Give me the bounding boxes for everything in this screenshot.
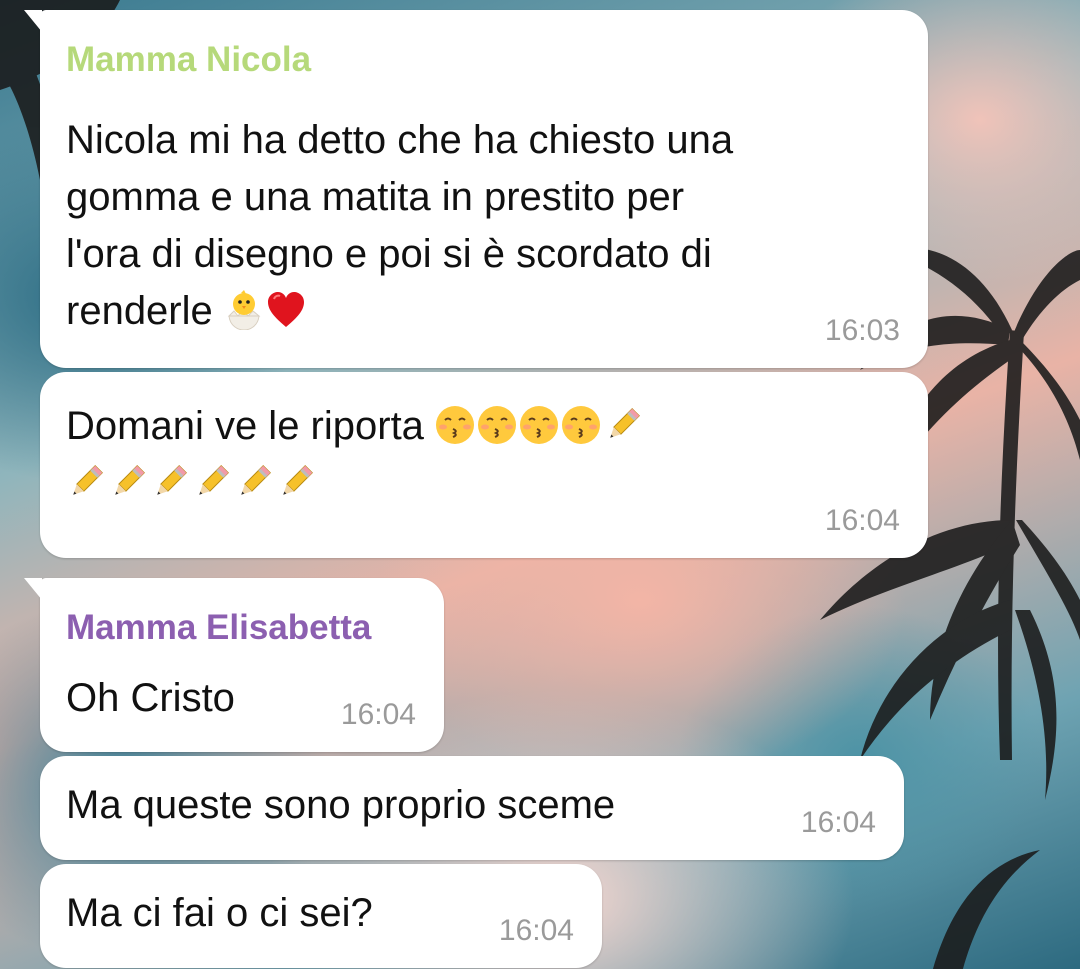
message-text: Oh Cristo [66,670,235,727]
message-line: Ma ci fai o ci sei? [66,891,373,935]
message-timestamp: 16:03 [824,314,900,347]
message-bubble[interactable]: Mamma Elisabetta Oh Cristo 16:04 [24,578,444,752]
pencil-emoji [234,462,274,502]
message-text: Nicola mi ha detto che ha chiesto una go… [66,112,733,340]
message-bubble[interactable]: Ma queste sono proprio sceme 16:04 [40,756,904,860]
kissing-face-emoji [519,405,559,445]
red-heart-emoji [266,290,306,330]
message-timestamp: 16:04 [340,698,416,731]
message-line: renderle [66,283,733,340]
pencil-emoji [192,462,232,502]
bubble-tail-icon [24,10,42,32]
message-timestamp: 16:04 [824,504,900,537]
kissing-face-emoji [561,405,601,445]
pencil-emoji [66,462,106,502]
message-text: Domani ve le riporta [66,398,645,512]
sender-name[interactable]: Mamma Elisabetta [66,608,371,648]
message-line: Domani ve le riporta [66,398,645,455]
hatching-chick-emoji [224,290,264,330]
pencil-emoji [108,462,148,502]
message-line: l'ora di disegno e poi si è scordato di [66,232,712,276]
kissing-face-emoji [435,405,475,445]
pencil-emoji [150,462,190,502]
message-bubble[interactable]: Mamma Nicola Nicola mi ha detto che ha c… [24,10,928,368]
sender-name[interactable]: Mamma Nicola [66,40,311,80]
pencil-emoji [276,462,316,502]
message-line [66,455,645,512]
message-line-text: renderle [66,289,213,333]
message-line: Oh Cristo [66,676,235,720]
message-text: Ma ci fai o ci sei? [66,885,373,942]
message-line: Nicola mi ha detto che ha chiesto una [66,118,734,162]
pencil-emoji [603,405,643,445]
message-line: gomma e una matita in prestito per [66,175,685,219]
message-timestamp: 16:04 [800,806,876,839]
message-bubble[interactable]: Domani ve le riporta 16:04 [40,372,928,558]
message-line: Ma queste sono proprio sceme [66,783,616,827]
message-line-text: Domani ve le riporta [66,404,424,448]
message-bubble[interactable]: Ma ci fai o ci sei? 16:04 [40,864,602,968]
message-timestamp: 16:04 [498,914,574,947]
bubble-tail-icon [24,578,42,600]
message-text: Ma queste sono proprio sceme [66,777,615,834]
kissing-face-emoji [477,405,517,445]
